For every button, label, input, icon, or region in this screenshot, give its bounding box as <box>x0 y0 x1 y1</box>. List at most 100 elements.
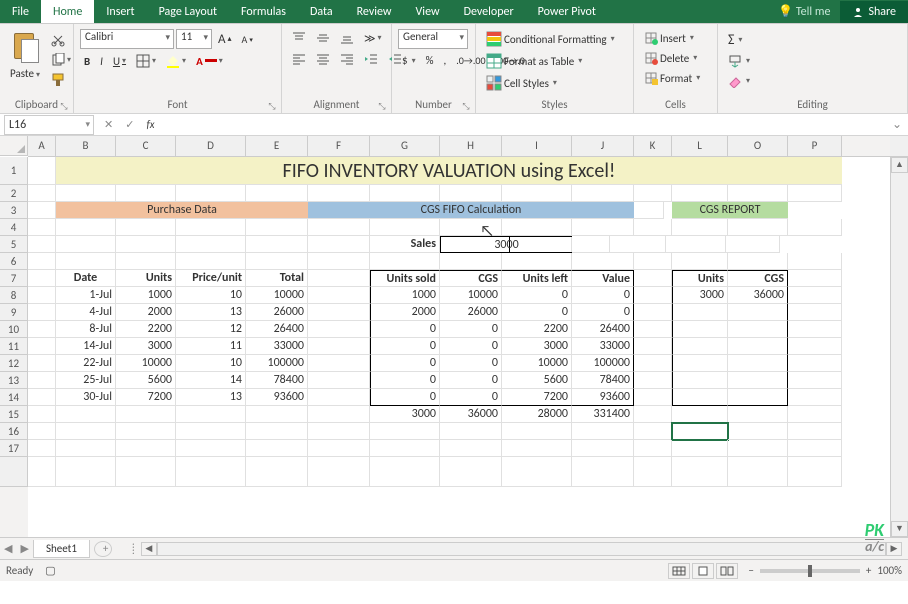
percent-button[interactable]: % <box>422 52 438 69</box>
row-header-12[interactable]: 12 <box>0 355 28 372</box>
autosum-button[interactable]: Σ <box>724 29 754 50</box>
menu-tab-view[interactable]: View <box>404 0 452 23</box>
comma-button[interactable]: , <box>439 52 450 69</box>
orientation-button[interactable]: ≫▾ <box>360 30 386 47</box>
page-layout-view-button[interactable] <box>692 563 714 579</box>
col-header-O[interactable]: O <box>728 136 788 156</box>
column-headers[interactable]: ABCDEFGHIJKLOP <box>28 136 890 157</box>
fill-color-button[interactable]: ▾ <box>162 52 190 70</box>
col-header-C[interactable]: C <box>116 136 176 156</box>
row-header-2[interactable]: 2 <box>0 185 28 202</box>
align-center-button[interactable] <box>312 50 334 68</box>
format-cells-button[interactable]: Format <box>640 69 704 87</box>
font-color-button[interactable]: A▾ <box>192 53 227 70</box>
spreadsheet-grid[interactable]: ABCDEFGHIJKLOP 1234567891011121314151617… <box>0 136 908 537</box>
align-middle-button[interactable] <box>312 29 334 47</box>
row-header-11[interactable]: 11 <box>0 338 28 355</box>
menu-tab-home[interactable]: Home <box>41 0 94 23</box>
col-header-A[interactable]: A <box>28 136 56 156</box>
row-header-17[interactable]: 17 <box>0 440 28 457</box>
row-headers[interactable]: 1234567891011121314151617 <box>0 157 28 537</box>
fill-button[interactable] <box>724 52 754 70</box>
menu-tab-power-pivot[interactable]: Power Pivot <box>526 0 608 23</box>
number-format-select[interactable]: General <box>398 29 468 49</box>
row-header-4[interactable]: 4 <box>0 219 28 236</box>
dialog-launcher-icon[interactable]: ⤡ <box>461 101 471 111</box>
zoom-level[interactable]: 100% <box>877 564 902 577</box>
paste-button[interactable]: Paste <box>6 29 44 82</box>
col-header-G[interactable]: G <box>370 136 440 156</box>
menu-tab-formulas[interactable]: Formulas <box>229 0 298 23</box>
dialog-launcher-icon[interactable]: ⤡ <box>59 101 69 111</box>
share-button[interactable]: Share <box>840 1 908 23</box>
row-header-8[interactable]: 8 <box>0 287 28 304</box>
row-header-13[interactable]: 13 <box>0 372 28 389</box>
row-header-3[interactable]: 3 <box>0 202 28 219</box>
format-painter-button[interactable] <box>47 71 75 89</box>
align-right-button[interactable] <box>336 50 358 68</box>
row-header-1[interactable]: 1 <box>0 157 28 185</box>
font-name-select[interactable]: Calibri <box>80 29 174 49</box>
zoom-out-button[interactable]: − <box>748 564 753 577</box>
add-sheet-button[interactable]: + <box>94 541 112 557</box>
cells-area[interactable]: FIFO INVENTORY VALUATION using Excel!Pur… <box>28 157 890 537</box>
tell-me-button[interactable]: 💡 Tell me <box>768 0 840 23</box>
row-header-15[interactable]: 15 <box>0 406 28 423</box>
zoom-in-button[interactable]: + <box>866 564 871 577</box>
delete-cells-button[interactable]: Delete <box>640 49 704 67</box>
vertical-scrollbar[interactable]: ▲ ▼ <box>890 157 908 537</box>
col-header-H[interactable]: H <box>440 136 502 156</box>
select-all-corner[interactable] <box>0 136 28 156</box>
font-size-select[interactable]: 11 <box>176 29 212 49</box>
italic-button[interactable]: I <box>96 53 107 70</box>
col-header-F[interactable]: F <box>308 136 370 156</box>
scroll-up-button[interactable]: ▲ <box>891 157 908 173</box>
borders-button[interactable]: ▾ <box>132 52 160 70</box>
row-header-7[interactable]: 7 <box>0 270 28 287</box>
row-header-5[interactable]: 5 <box>0 236 28 253</box>
bold-button[interactable]: B <box>80 53 94 70</box>
expand-formula-bar-button[interactable]: ⌄ <box>886 117 908 132</box>
align-bottom-button[interactable] <box>336 29 358 47</box>
page-break-view-button[interactable] <box>716 563 738 579</box>
menu-tab-insert[interactable]: Insert <box>94 0 146 23</box>
underline-button[interactable]: U▾ <box>109 53 130 70</box>
menu-tab-page-layout[interactable]: Page Layout <box>147 0 229 23</box>
clear-button[interactable] <box>724 72 754 90</box>
sheet-tab[interactable]: Sheet1 <box>33 540 90 558</box>
copy-button[interactable]: ▾ <box>47 51 75 69</box>
menu-tab-developer[interactable]: Developer <box>452 0 526 23</box>
cancel-formula-button[interactable]: ✕ <box>98 118 119 131</box>
insert-cells-button[interactable]: Insert <box>640 29 704 47</box>
row-header-10[interactable]: 10 <box>0 321 28 338</box>
name-box[interactable]: L16 <box>4 115 94 135</box>
grow-font-button[interactable]: A▴ <box>214 30 236 49</box>
row-header-16[interactable]: 16 <box>0 423 28 440</box>
menu-tab-file[interactable]: File <box>0 0 41 23</box>
col-header-L[interactable]: L <box>672 136 728 156</box>
dialog-launcher-icon[interactable]: ⤡ <box>267 101 277 111</box>
row-header-9[interactable]: 9 <box>0 304 28 321</box>
zoom-slider[interactable] <box>760 569 860 573</box>
horizontal-scrollbar[interactable]: ◀▶ <box>141 542 902 556</box>
col-header-E[interactable]: E <box>246 136 308 156</box>
align-top-button[interactable] <box>288 29 310 47</box>
cut-button[interactable] <box>47 31 75 49</box>
col-header-D[interactable]: D <box>176 136 246 156</box>
col-header-B[interactable]: B <box>56 136 116 156</box>
cell-styles-button[interactable]: Cell Styles <box>482 73 619 93</box>
menu-tab-data[interactable]: Data <box>298 0 345 23</box>
shrink-font-button[interactable]: A▾ <box>238 31 257 48</box>
col-header-K[interactable]: K <box>634 136 672 156</box>
format-as-table-button[interactable]: Format as Table <box>482 51 619 71</box>
macro-record-icon[interactable]: ▢ <box>45 564 55 577</box>
conditional-formatting-button[interactable]: Conditional Formatting <box>482 29 619 49</box>
sheet-nav-prev[interactable]: ◀ <box>0 542 16 555</box>
col-header-I[interactable]: I <box>502 136 572 156</box>
row-header-14[interactable]: 14 <box>0 389 28 406</box>
insert-function-button[interactable]: fx <box>140 118 160 131</box>
row-header-6[interactable]: 6 <box>0 253 28 270</box>
accounting-format-button[interactable]: $ <box>398 52 420 69</box>
align-left-button[interactable] <box>288 50 310 68</box>
enter-formula-button[interactable]: ✓ <box>119 118 140 131</box>
